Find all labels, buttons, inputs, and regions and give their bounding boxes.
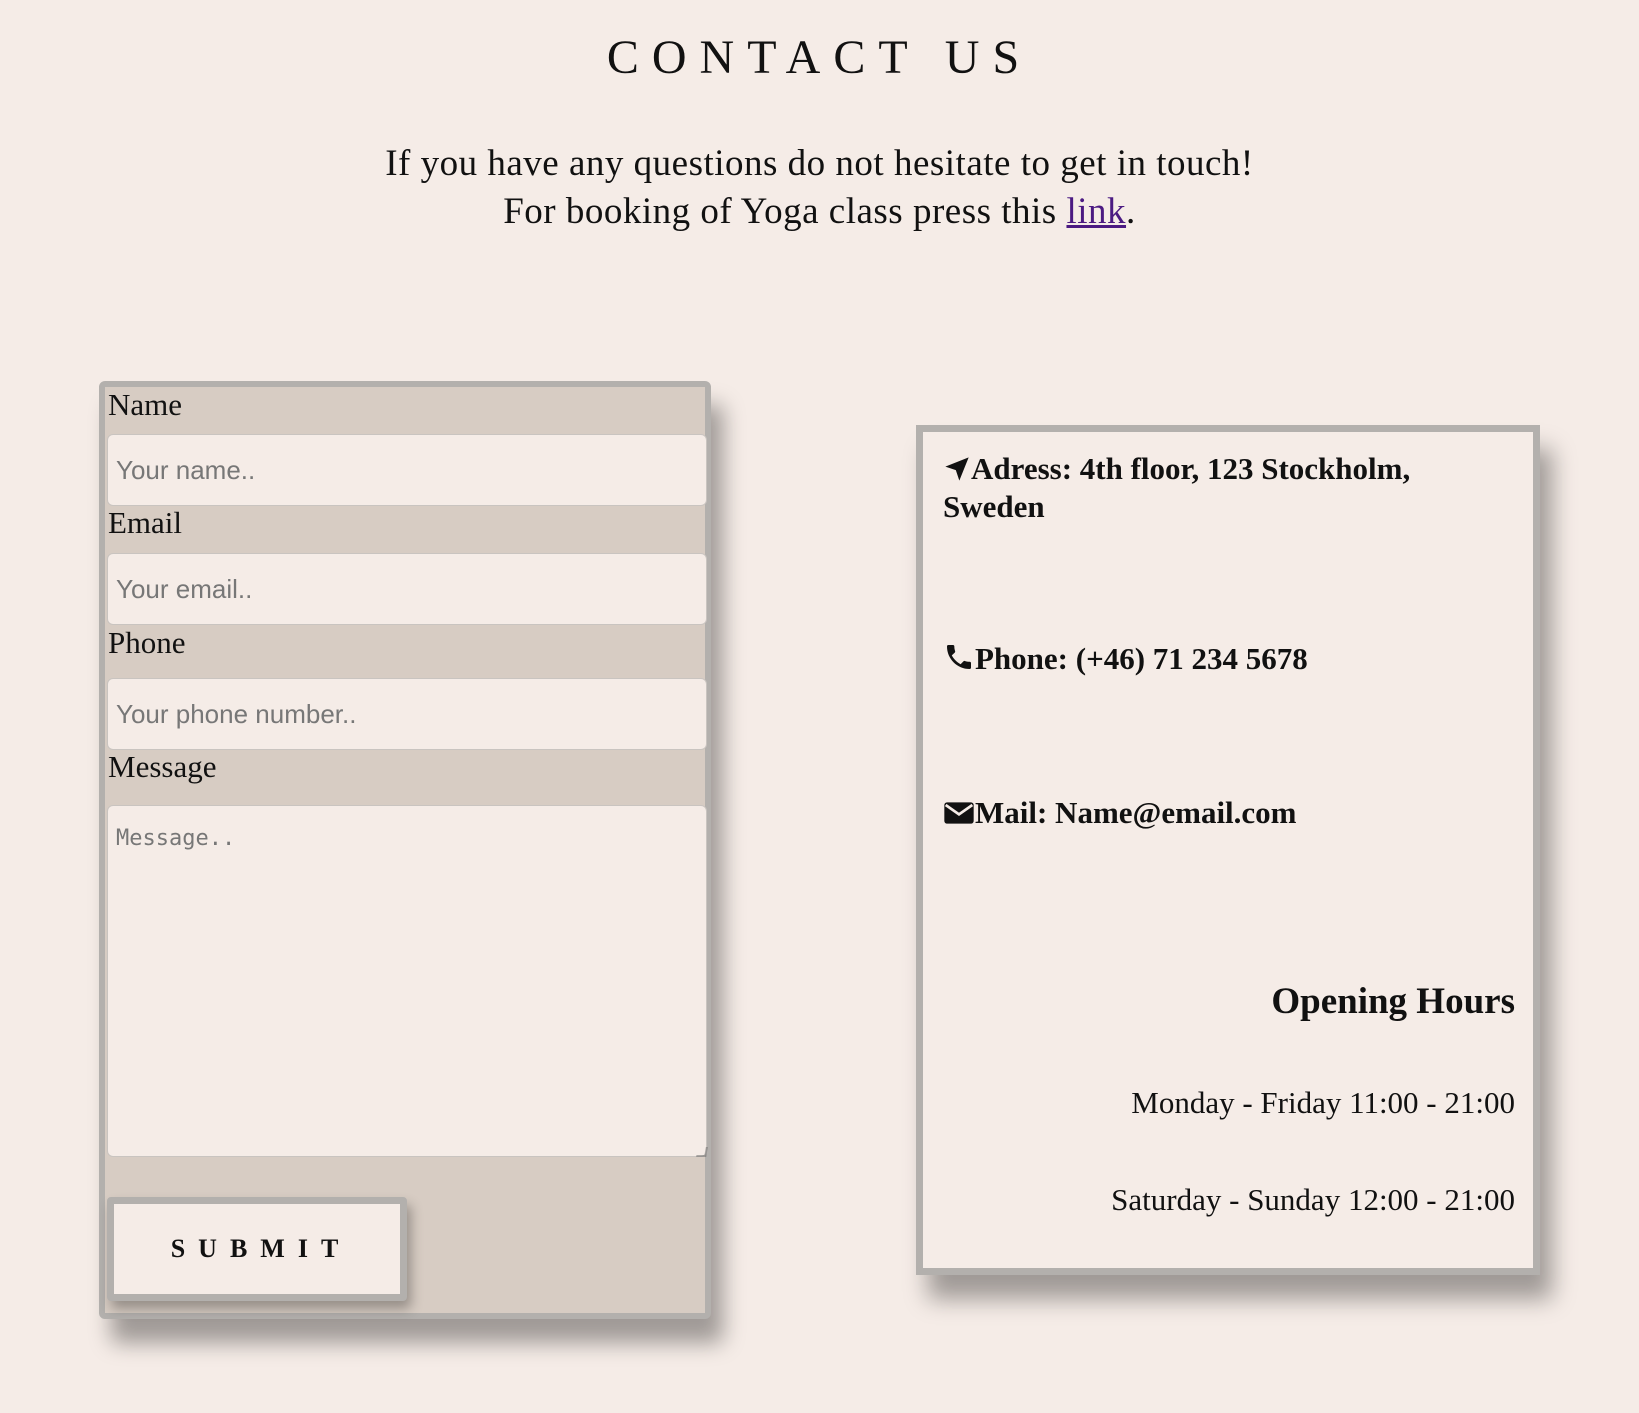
name-label: Name <box>108 387 183 422</box>
contact-form: Name Email Phone Message SUBMIT <box>99 381 711 1319</box>
phone-line: Phone: (+46) 71 234 5678 <box>943 640 1503 678</box>
mail-text: Mail: Name@email.com <box>975 795 1297 830</box>
textarea-resize-handle[interactable] <box>696 1147 708 1157</box>
page-title: CONTACT US <box>606 31 1033 84</box>
address-line: Adress: 4th floor, 123 Stockholm, Sweden <box>943 450 1503 526</box>
address-text: Adress: 4th floor, 123 Stockholm, Sweden <box>943 451 1411 524</box>
intro-line-2-suffix: . <box>1126 191 1136 232</box>
location-arrow-icon <box>945 457 969 481</box>
email-label: Email <box>108 505 183 540</box>
phone-label: Phone <box>108 625 186 660</box>
hours-weekend: Saturday - Sunday 12:00 - 21:00 <box>1111 1182 1515 1217</box>
message-label: Message <box>108 749 217 784</box>
contact-info-card: Adress: 4th floor, 123 Stockholm, Sweden… <box>916 425 1540 1275</box>
email-input[interactable] <box>107 553 707 625</box>
opening-hours-title: Opening Hours <box>1271 981 1515 1022</box>
intro-line-2: For booking of Yoga class press this lin… <box>0 188 1639 236</box>
name-input[interactable] <box>107 434 707 506</box>
envelope-icon <box>944 802 974 824</box>
mail-line: Mail: Name@email.com <box>943 794 1503 832</box>
booking-link[interactable]: link <box>1066 191 1126 232</box>
phone-icon <box>947 645 971 669</box>
phone-text: Phone: (+46) 71 234 5678 <box>975 641 1308 676</box>
intro-text: If you have any questions do not hesitat… <box>0 140 1639 236</box>
phone-input[interactable] <box>107 678 707 750</box>
submit-button[interactable]: SUBMIT <box>107 1197 407 1301</box>
intro-line-2-prefix: For booking of Yoga class press this <box>503 191 1067 232</box>
hours-weekdays: Monday - Friday 11:00 - 21:00 <box>1131 1085 1515 1120</box>
intro-line-1: If you have any questions do not hesitat… <box>385 143 1254 184</box>
message-input[interactable] <box>107 805 707 1157</box>
